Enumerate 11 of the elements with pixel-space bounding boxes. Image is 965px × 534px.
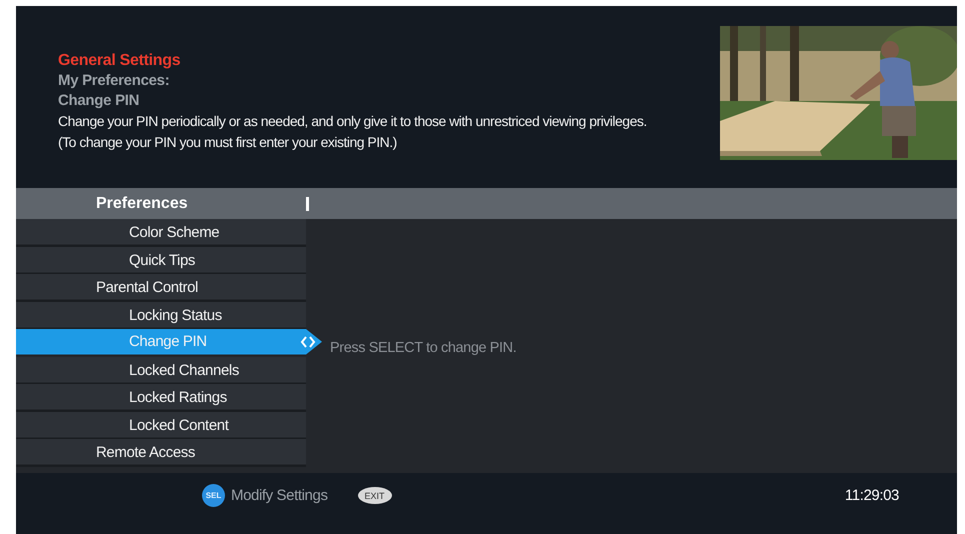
section-title: My Preferences: — [58, 71, 170, 91]
screen-title: General Settings — [58, 51, 180, 71]
exit-key: EXIT — [358, 487, 392, 504]
menu-title: Preferences — [96, 194, 189, 212]
page-title: Change PIN — [58, 91, 140, 111]
left-right-arrows-icon — [300, 336, 316, 348]
description-text: Change your PIN periodically or as needed, and only give it to those with unrestriced viewing privileges. (To change your PIN you must first enter your existing PIN.) — [58, 112, 648, 152]
clock-text: 11:29:03 — [844, 486, 899, 506]
hint-text: Press SELECT to change PIN. — [330, 340, 516, 356]
action-label: Modify Settings — [231, 486, 328, 506]
select-key: SEL — [202, 484, 225, 507]
